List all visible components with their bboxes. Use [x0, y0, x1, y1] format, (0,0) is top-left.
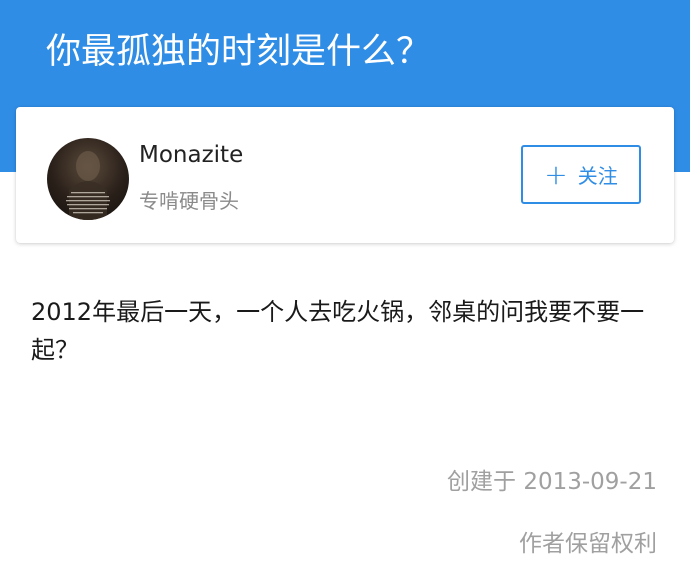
plus-icon: +	[544, 157, 568, 191]
question-title: 你最孤独的时刻是什么？	[46, 32, 432, 72]
author-name[interactable]: Monazite	[139, 142, 243, 168]
author-card: Monazite 专啃硬骨头 + 关注	[16, 107, 674, 243]
created-date: 创建于 2013-09-21	[447, 469, 657, 495]
answer-text: 2012年最后一天，一个人去吃火锅，邻桌的问我要不要一起？	[31, 298, 645, 364]
author-bio: 专啃硬骨头	[139, 189, 239, 213]
copyright-notice: 作者保留权利	[519, 531, 657, 557]
avatar-image	[66, 151, 110, 220]
author-avatar[interactable]	[47, 138, 129, 220]
follow-label: 关注	[577, 164, 618, 188]
follow-button[interactable]: + 关注	[521, 145, 641, 204]
